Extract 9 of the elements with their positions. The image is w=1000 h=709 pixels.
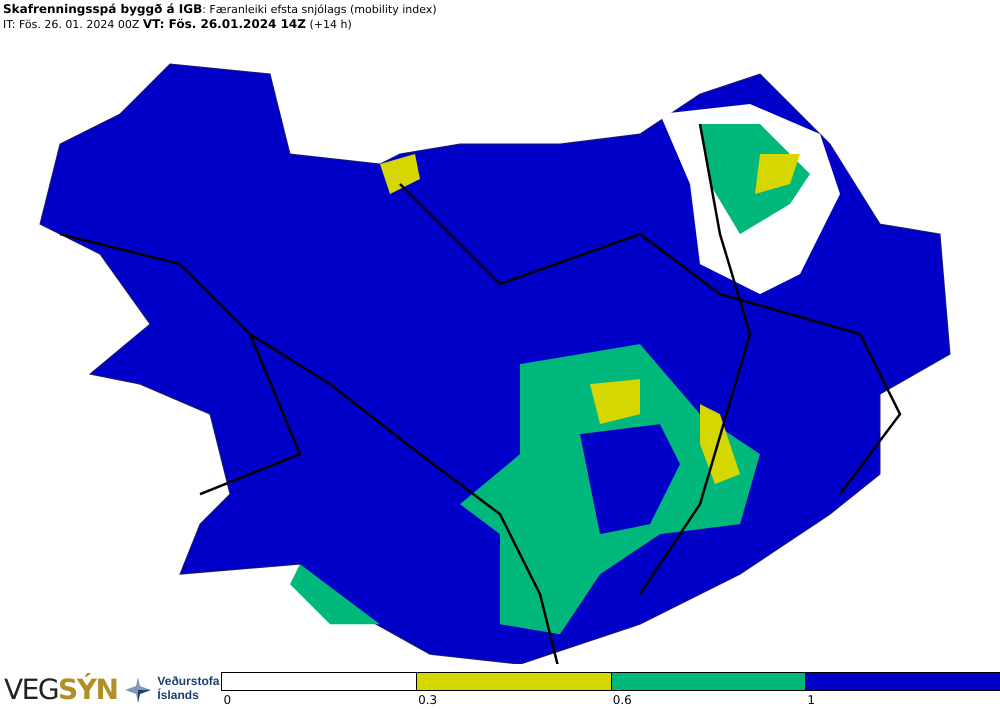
agency-name-line: Íslands bbox=[157, 688, 199, 702]
legend-label: 0.3 bbox=[418, 693, 438, 708]
agency-name: Veðurstofa bbox=[157, 674, 220, 688]
map-title: Skafrenningsspá byggð á IGB: Færanleiki efsta snjólags (mobility index) bbox=[3, 2, 437, 17]
legend-label: 1 bbox=[807, 693, 815, 708]
legend-label: 0.6 bbox=[612, 693, 632, 708]
legend-label: 0 bbox=[223, 693, 232, 708]
vegsyn-logo: VEGSÝN bbox=[4, 674, 118, 706]
forecast-time: IT: Fös. 26. 01. 2024 00Z VT: Fös. 26.01.2024 14Z (+14 h) bbox=[3, 17, 352, 32]
